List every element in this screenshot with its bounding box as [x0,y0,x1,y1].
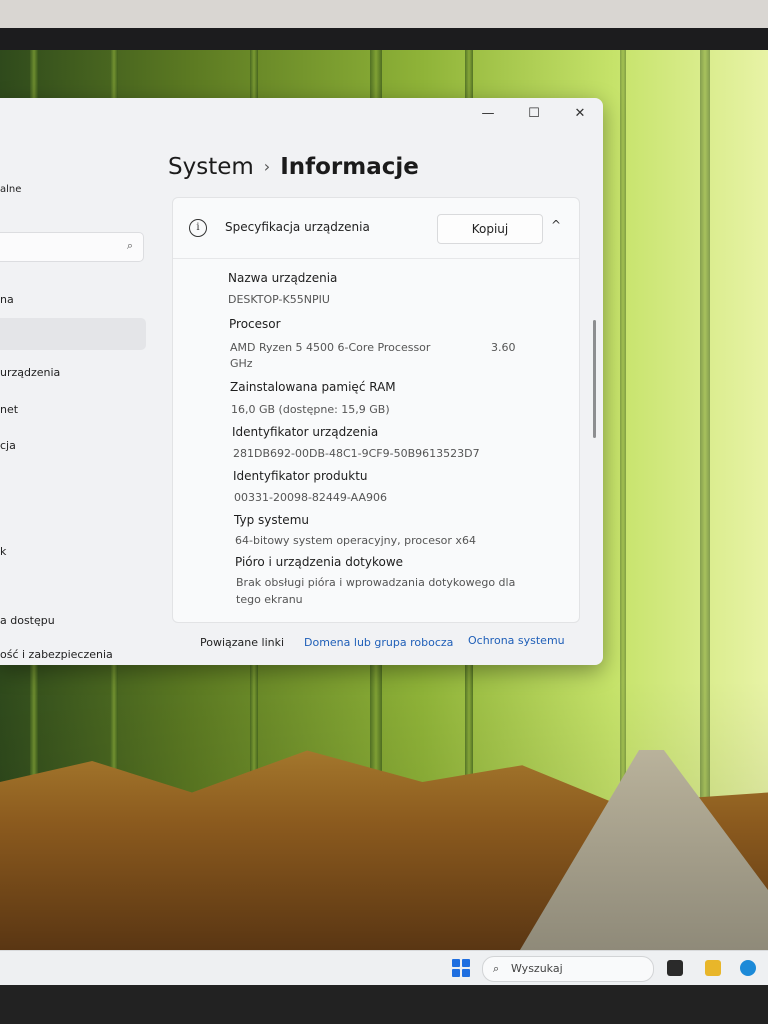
sidebar-item-devices[interactable]: urządzenia [0,366,60,379]
spec-label-device-name: Nazwa urządzenia [228,271,338,285]
windows-start-icon[interactable] [452,959,470,977]
file-explorer-icon[interactable] [705,960,721,976]
chevron-right-icon: › [263,157,271,176]
monitor-bezel-bottom [0,985,768,1024]
copy-button[interactable]: Kopiuj [437,214,543,244]
spec-label-processor: Procesor [229,317,281,331]
breadcrumb: System › Informacje [168,154,419,180]
taskbar-search-box[interactable]: ⌕ Wyszukaj [482,956,654,982]
spec-value-system-type: 64-bitowy system operacyjny, procesor x6… [235,534,476,547]
sidebar-item-personalization[interactable]: cja [0,439,16,452]
spec-value-processor: AMD Ryzen 5 4500 6-Core Processor [230,341,431,354]
sidebar-item-privacy-security[interactable]: ość i zabezpieczenia [0,648,113,661]
monitor-bezel-top [0,28,768,50]
search-icon: ⌕ [493,962,500,975]
spec-label-system-type: Typ systemu [234,513,309,527]
window-controls: — ☐ ✕ [477,104,591,124]
related-links-label: Powiązane linki [200,636,285,649]
device-specs-title: Specyfikacja urządzenia [225,220,370,234]
spec-value-ram: 16,0 GB (dostępne: 15,9 GB) [231,403,390,416]
spec-label-ram: Zainstalowana pamięć RAM [230,380,396,394]
spec-value-device-id: 281DB692-00DB-48C1-9CF9-50B9613523D7 [233,447,480,460]
chevron-up-icon[interactable]: ^ [551,218,561,232]
bamboo-stalk [700,50,710,810]
device-specs-header[interactable]: i Specyfikacja urządzenia Kopiuj ^ [173,198,579,259]
spec-value-pen-touch: Brak obsługi pióra i wprowadzania dotyko… [236,576,516,589]
sidebar: alne ⌕ na urządzenia net cja k a dostępu… [0,98,160,665]
settings-window: — ☐ ✕ alne ⌕ na urządzenia net cja k a d… [0,98,603,665]
task-view-icon[interactable] [667,960,683,976]
minimize-button[interactable]: — [477,104,499,124]
edge-browser-icon[interactable] [740,960,756,976]
taskbar-search-placeholder: Wyszukaj [511,962,563,975]
spec-value-processor-unit: GHz [230,357,253,370]
spec-value-processor-speed: 3.60 [491,341,516,354]
search-icon: ⌕ [126,239,133,252]
taskbar: ⌕ Wyszukaj [0,950,768,986]
breadcrumb-parent[interactable]: System [168,154,254,180]
device-specs-card: i Specyfikacja urządzenia Kopiuj ^ Nazwa… [172,197,580,623]
scrollbar[interactable] [593,320,596,438]
spec-value-device-name: DESKTOP-K55NPIU [228,293,330,306]
link-domain-workgroup[interactable]: Domena lub grupa robocza [304,636,453,649]
page-title: Informacje [280,154,419,180]
bamboo-stalk [620,50,626,810]
spec-label-device-id: Identyfikator urządzenia [232,425,379,439]
sidebar-item-network[interactable]: net [0,403,18,416]
spec-label-pen-touch: Pióro i urządzenia dotykowe [235,555,404,569]
sidebar-item-work[interactable]: k [0,545,6,558]
spec-label-product-id: Identyfikator produktu [233,469,368,483]
sidebar-account-text: alne [0,184,22,195]
sidebar-item-selected[interactable] [0,318,146,350]
sidebar-item-system[interactable]: na [0,293,14,306]
close-button[interactable]: ✕ [569,104,591,124]
spec-value-product-id: 00331-20098-82449-AA906 [234,491,387,504]
wall-background [0,0,768,30]
sidebar-search-input[interactable]: ⌕ [0,232,144,262]
maximize-button[interactable]: ☐ [523,104,545,124]
related-links: Powiązane linki Domena lub grupa robocza… [200,634,565,649]
link-system-protection[interactable]: Ochrona systemu [468,634,565,647]
info-icon: i [189,219,207,237]
sidebar-item-accessibility[interactable]: a dostępu [0,614,55,627]
spec-value-pen-touch-line2: tego ekranu [236,593,303,606]
